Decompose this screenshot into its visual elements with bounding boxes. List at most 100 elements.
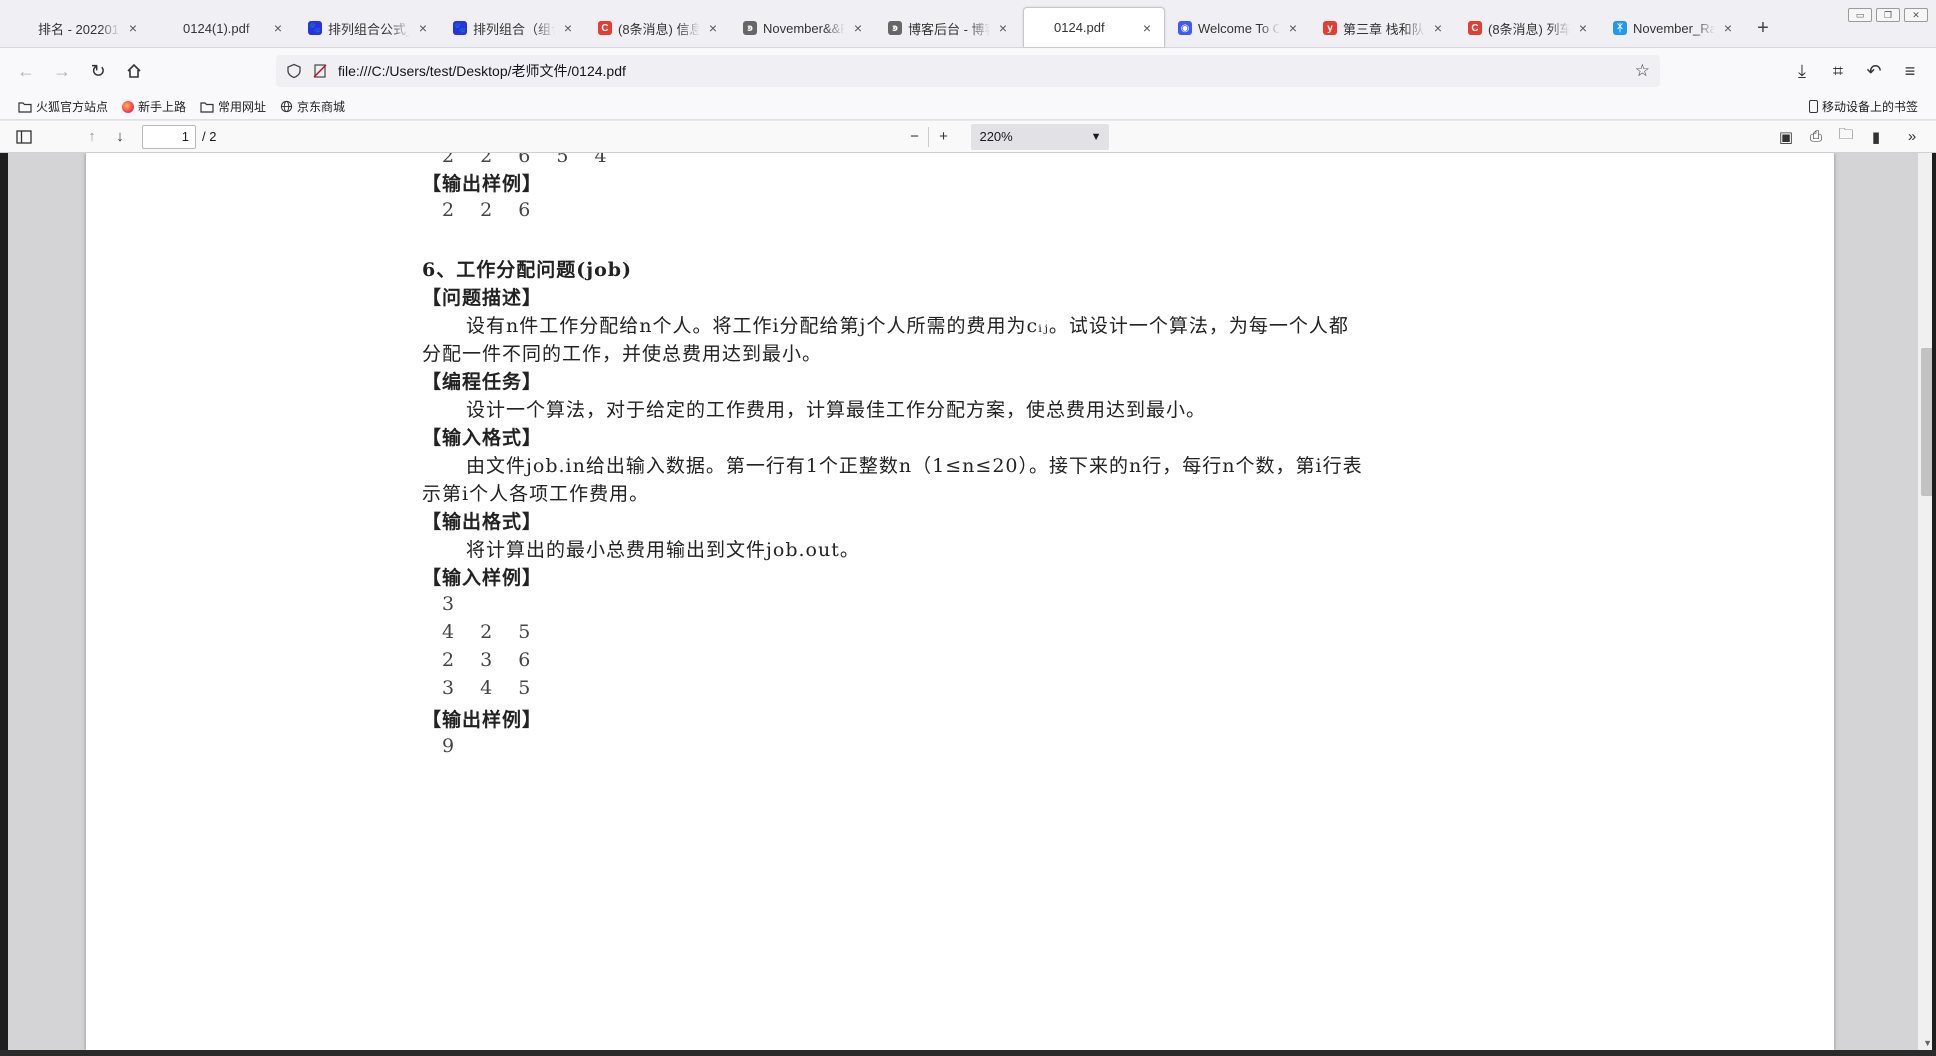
minimize-button[interactable]: ▭ [1848,8,1872,22]
chevron-down-icon: ▼ [1090,130,1102,143]
tab-close-icon[interactable]: × [1431,20,1445,36]
tab-title: 排列组合（组合 [473,21,555,37]
restore-button[interactable]: ❐ [1876,8,1900,22]
tab-favicon-icon: y [1323,21,1337,35]
tab-6[interactable]: ꜿ 博客后台 - 博客 × [878,9,1020,47]
tab-11[interactable]: ᛡ November_Rai × [1603,9,1745,47]
tab-8[interactable]: ◉ Welcome To O × [1168,9,1310,47]
bookmark-item-1[interactable]: 新手上路 [122,98,186,115]
forward-button[interactable]: → [46,55,78,87]
zoom-out-button[interactable]: − [900,124,928,150]
tab-10[interactable]: C (8条消息) 列车调 × [1458,9,1600,47]
tab-title: November_Rai [1633,20,1715,36]
doc-heading: 【输入样例】 [422,567,543,589]
reload-button[interactable]: ↻ [82,55,114,87]
tab-favicon-icon: C [1468,21,1482,35]
mobile-bookmarks-label: 移动设备上的书签 [1821,100,1918,114]
tab-close-icon[interactable]: × [1140,20,1154,36]
doc-text-line: 示第i个人各项工作费用。 [422,483,650,505]
tab-close-icon[interactable]: × [996,20,1010,36]
bookmark-label: 新手上路 [138,100,187,114]
window-controls: ▭ ❐ ✕ [1848,8,1928,22]
minus-icon: − [910,128,919,145]
back-button[interactable]: ← [10,55,42,87]
next-page-button[interactable]: ↓ [106,124,134,150]
doc-text-line: 设有n件工作分配给n个人。将工作i分配给第j个人所需的费用为cᵢⱼ。试设计一个算… [466,315,1349,337]
sidebar-toggle-button[interactable] [10,124,38,150]
bookmarks-toolbar: 火狐官方站点 新手上路 常用网址 京东商城 移动设备上的书签 [0,94,1936,120]
insecure-page-icon[interactable] [312,63,328,79]
previous-page-button[interactable]: ↑ [78,124,106,150]
tab-title: Welcome To O [1198,20,1280,36]
tab-close-icon[interactable]: × [271,20,285,36]
tab-strip: 排名 - 20220123四 × 0124(1).pdf × 🐾 排列组合公式_百 × 🐾 排列… [0,0,1936,48]
bookmark-item-2[interactable]: 常用网址 [200,98,266,115]
tab-2[interactable]: 🐾 排列组合公式_百 × [298,9,440,47]
doc-heading: 6、工作分配问题(job) [422,259,633,281]
scroll-down-arrow-icon[interactable]: ▼ [1923,1038,1932,1048]
tab-close-icon[interactable]: × [706,20,720,36]
home-button[interactable] [118,55,150,87]
url-bar[interactable]: file:///C:/Users/test/Desktop/老师文件/0124.… [276,55,1660,87]
zoom-select[interactable]: 220% ▼ [971,123,1110,150]
doc-text-line: 分配一件不同的工作，并使总费用达到最小。 [422,343,823,365]
doc-heading: 【输出格式】 [422,511,543,533]
tab-title: 0124(1).pdf [183,20,250,36]
tab-close-icon[interactable]: × [416,20,430,36]
tools-button[interactable]: » [1898,124,1926,150]
tab-close-icon[interactable]: × [561,20,575,36]
bottom-frame [0,1050,1936,1056]
app-menu-button[interactable]: ≡ [1894,55,1926,87]
tab-1[interactable]: 0124(1).pdf × [153,9,295,47]
hamburger-menu-icon: ≡ [1904,60,1916,81]
shield-icon[interactable] [286,63,302,79]
arrow-up-icon: ↑ [88,128,96,145]
tab-close-icon[interactable]: × [1576,20,1590,36]
toolbar-right: ⤓ ⌗ ↶ ≡ [1786,55,1926,87]
presentation-mode-button[interactable]: ▣ [1772,124,1800,150]
save-button[interactable]: 🗀 [1832,124,1860,150]
new-tab-button[interactable]: + [1748,11,1778,45]
bookmark-star-icon[interactable]: ☆ [1635,61,1650,81]
close-window-button[interactable]: ✕ [1904,8,1928,22]
pdf-viewer[interactable]: 2 2 6 5 4 【输出样例】 2 2 6 6、工作分配问题(job) 【问题描述】设… [0,153,1936,1050]
screenshot-button[interactable]: ⌗ [1822,55,1854,87]
folder-icon [200,101,214,113]
tab-favicon-icon: 🐾 [308,21,322,35]
doc-text-line: 3 [442,593,465,615]
arrow-right-icon: → [53,60,71,81]
mobile-device-icon [1808,100,1818,113]
tab-close-icon[interactable]: × [1721,20,1735,36]
navigation-bar: ← → ↻ file:///C:/Users/test/Desktop/老师文件… [0,48,1936,94]
tab-9[interactable]: y 第三章 栈和队列 × [1313,9,1455,47]
tab-3[interactable]: 🐾 排列组合（组合 × [443,9,585,47]
current-view-bookmark-button[interactable]: ▮ [1862,124,1890,150]
print-icon: ⎙ [1809,128,1822,145]
doc-text-line: 9 [442,735,465,757]
doc-text-line: 3 4 5 [442,677,541,699]
doc-text-line: 将计算出的最小总费用输出到文件job.out。 [466,539,860,561]
tab-0[interactable]: 排名 - 20220123四 × [8,9,150,47]
firefox-icon [122,100,135,113]
bookmark-item-0[interactable]: 火狐官方站点 [18,98,108,115]
mobile-bookmarks[interactable]: 移动设备上的书签 [1808,98,1918,115]
tab-close-icon[interactable]: × [1286,20,1300,36]
tab-close-icon[interactable]: × [851,20,865,36]
url-text[interactable]: file:///C:/Users/test/Desktop/老师文件/0124.… [338,61,1625,81]
tab-favicon-icon: ꜿ [888,21,902,35]
page-number-input[interactable]: 1 [142,124,196,149]
tab-favicon-icon: 🐾 [453,21,467,35]
doc-heading: 【编程任务】 [422,371,543,393]
bookmark-label: 常用网址 [218,100,267,114]
tab-4[interactable]: C (8条消息) 信息素 × [588,9,730,47]
tab-5[interactable]: ꜿ November&&R × [733,9,875,47]
bookmark-item-3[interactable]: 京东商城 [280,98,345,115]
undo-close-button[interactable]: ↶ [1858,55,1890,87]
zoom-in-button[interactable]: + [929,124,957,150]
tab-favicon-icon: ᛡ [1613,21,1627,35]
tab-7[interactable]: 0124.pdf × [1023,7,1165,47]
tab-close-icon[interactable]: × [126,20,140,36]
tab-title: November&&R [763,20,845,36]
downloads-button[interactable]: ⤓ [1786,55,1818,87]
print-button[interactable]: ⎙ [1802,124,1830,150]
